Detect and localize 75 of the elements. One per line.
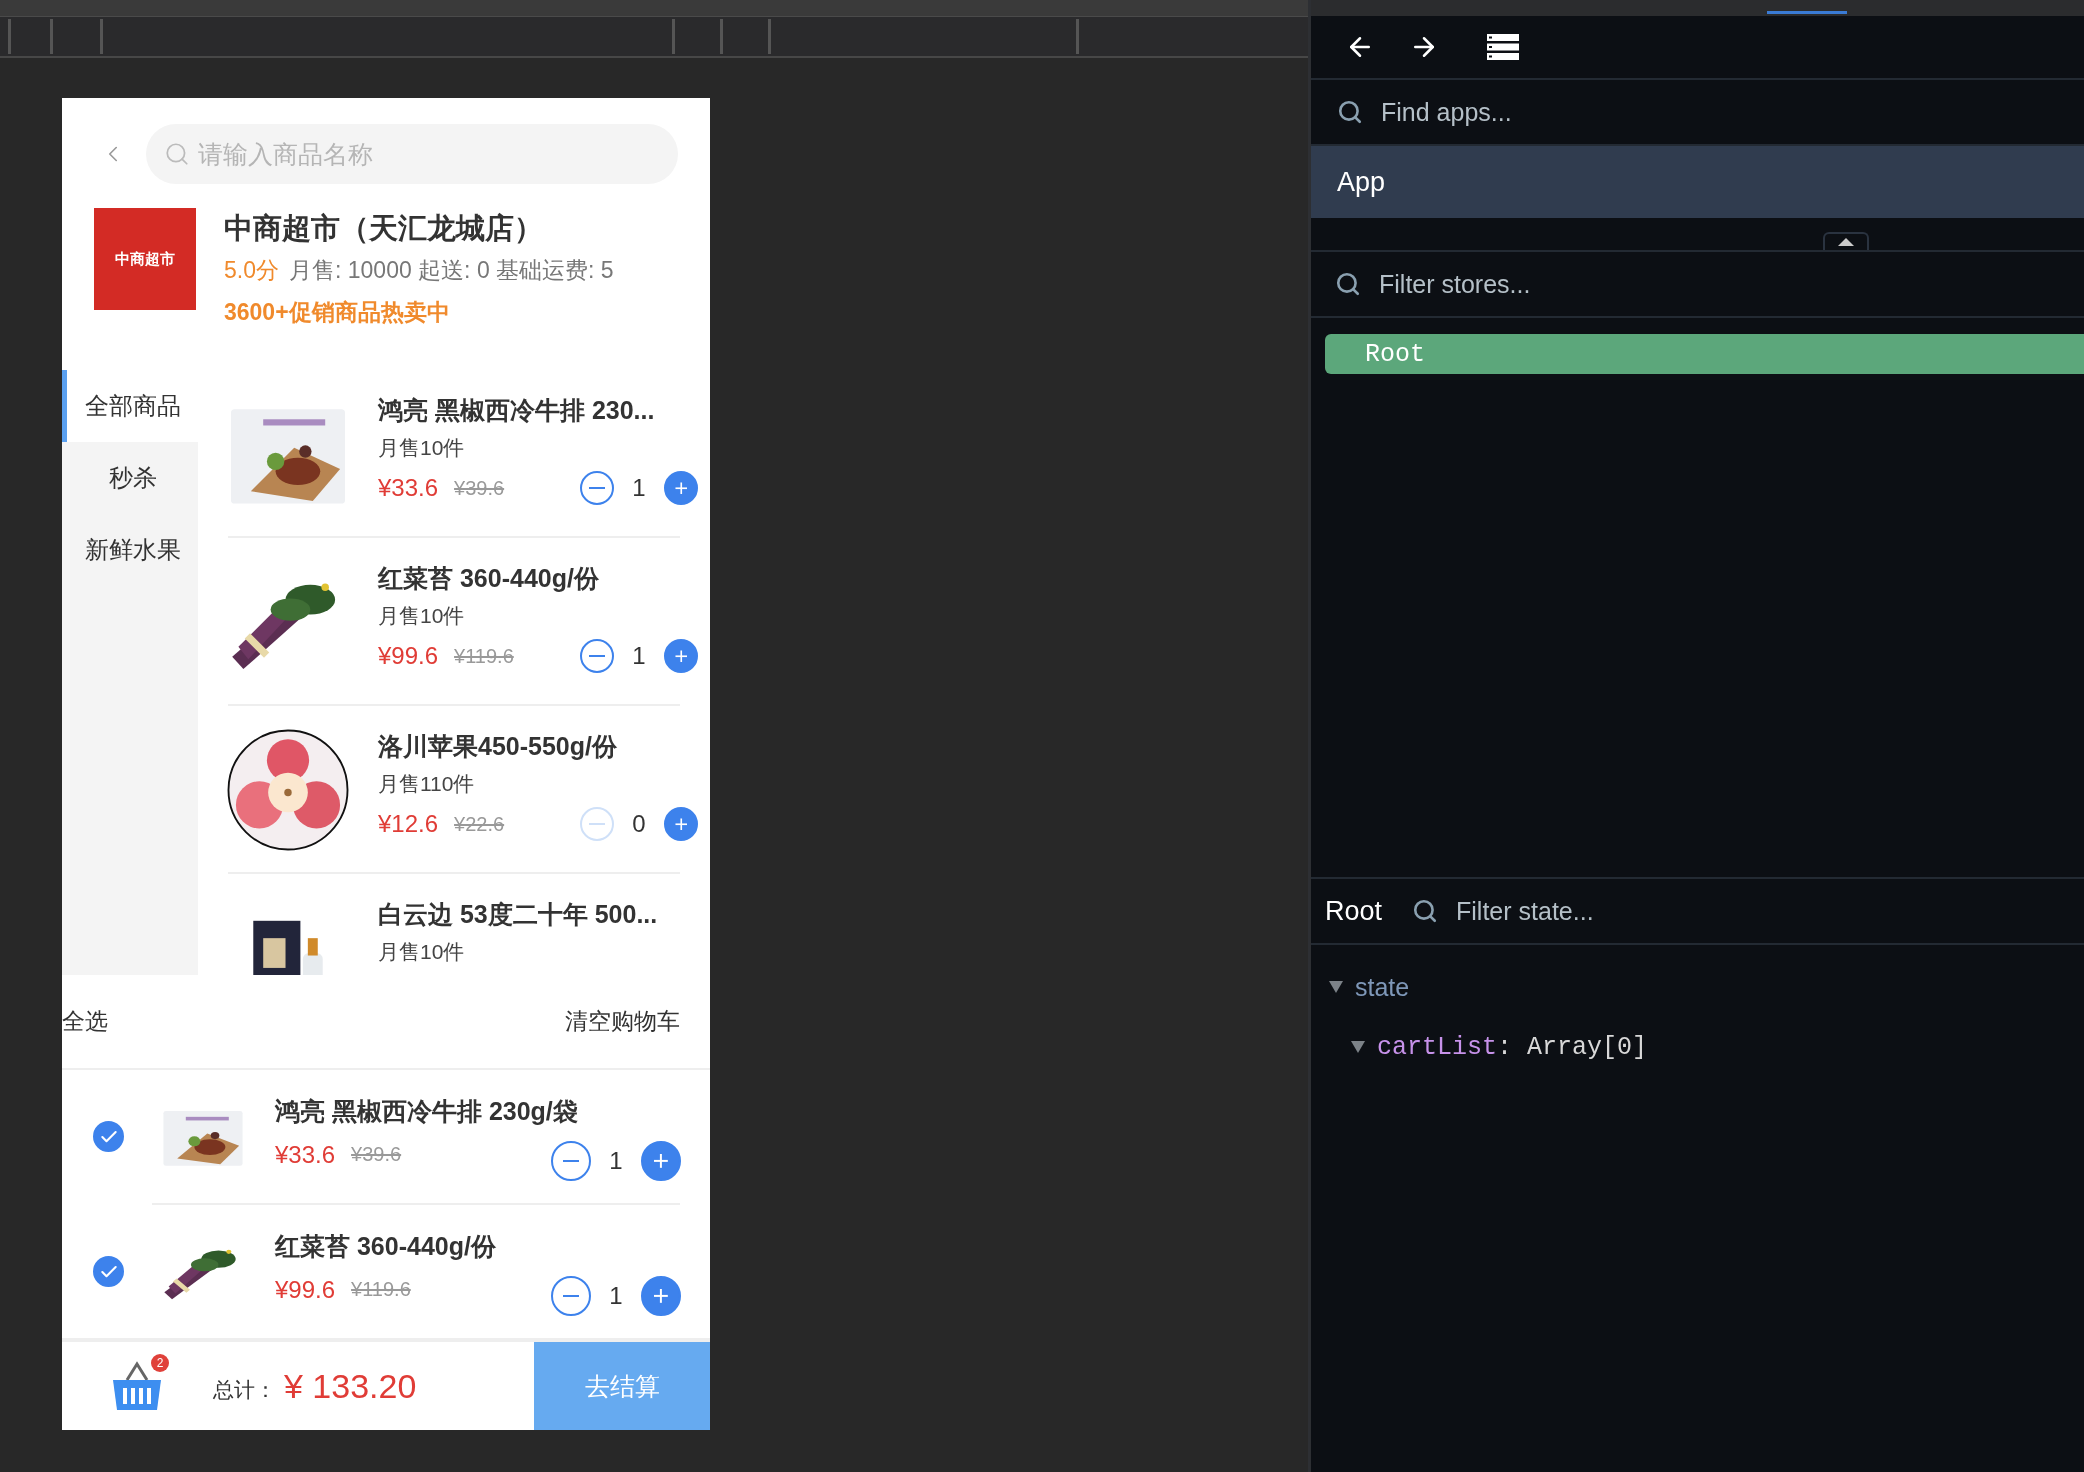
monthly-sales: 月售10件 <box>378 603 466 629</box>
state-key: cartList <box>1377 1032 1498 1062</box>
shop-rating: 5.0分 <box>224 256 279 285</box>
minus-icon <box>589 823 605 825</box>
increase-button[interactable] <box>664 807 698 841</box>
app-item[interactable]: App <box>1311 146 2084 218</box>
decrease-button[interactable] <box>551 1140 591 1181</box>
original-price: ¥39.6 <box>351 1143 402 1166</box>
filter-stores-field[interactable]: Filter stores... <box>1311 262 2084 306</box>
increase-button[interactable] <box>664 471 698 505</box>
cart-item-title: 鸿亮 黑椒西冷牛排 230g/袋 <box>275 1095 579 1127</box>
plus-icon <box>672 479 690 497</box>
state-key: state <box>1355 972 1410 1002</box>
original-price: ¥39.6 <box>454 476 505 500</box>
search-icon <box>1335 271 1361 297</box>
decrease-button[interactable] <box>580 639 614 673</box>
decrease-button[interactable] <box>580 471 614 505</box>
minus-icon <box>563 1159 579 1162</box>
search-field[interactable]: 请输入商品名称 <box>146 124 678 184</box>
increase-button[interactable] <box>664 639 698 673</box>
state-value: : Array[0] <box>1497 1032 1648 1062</box>
minus-icon <box>563 1294 579 1297</box>
quantity: 1 <box>631 642 647 670</box>
plus-icon <box>672 647 690 665</box>
original-price: ¥22.6 <box>454 812 505 836</box>
cart-count-badge: 2 <box>151 1354 169 1372</box>
promo-text: 3600+促销商品热卖中 <box>224 298 451 327</box>
category-item[interactable]: 全部商品 <box>62 370 198 442</box>
total-amount: ¥ 133.20 <box>284 1366 417 1406</box>
quantity: 0 <box>631 810 647 838</box>
item-checkbox[interactable] <box>93 1256 124 1287</box>
price: ¥99.6 <box>378 642 439 670</box>
shop-name: 中商超市（天汇龙城店） <box>224 211 544 246</box>
list-icon[interactable] <box>1487 34 1519 60</box>
shop-logo: 中商超市 <box>94 208 196 310</box>
filter-state-field[interactable]: Filter state... <box>1412 889 2084 933</box>
price: ¥33.6 <box>378 474 439 502</box>
store-name: Root <box>1325 895 1383 927</box>
select-all-button[interactable]: 全选 <box>62 1006 108 1037</box>
product-title: 鸿亮 黑椒西冷牛排 230... <box>378 395 656 426</box>
clear-cart-button[interactable]: 清空购物车 <box>565 1006 680 1037</box>
minus-icon <box>589 655 605 657</box>
increase-button[interactable] <box>641 1275 681 1316</box>
decrease-button[interactable] <box>551 1275 591 1316</box>
original-price: ¥119.6 <box>454 644 514 668</box>
product-title: 洛川苹果450-550g/份 <box>378 731 618 762</box>
quantity: 1 <box>608 1146 624 1175</box>
item-checkbox[interactable] <box>93 1121 124 1152</box>
search-icon <box>164 141 190 167</box>
category-item[interactable]: 新鲜水果 <box>62 514 198 586</box>
quantity: 1 <box>631 474 647 502</box>
category-item[interactable]: 秒杀 <box>62 442 198 514</box>
increase-button[interactable] <box>641 1140 681 1181</box>
plus-icon <box>672 815 690 833</box>
collapse-button[interactable] <box>1823 232 1869 250</box>
triangle-up-icon <box>1838 238 1854 246</box>
original-price: ¥119.6 <box>351 1278 411 1301</box>
monthly-sales: 月售110件 <box>378 771 476 797</box>
price: ¥12.6 <box>378 810 439 838</box>
expand-triangle-icon[interactable] <box>1329 981 1343 993</box>
quantity: 1 <box>608 1281 624 1310</box>
product-title: 红菜苔 360-440g/份 <box>378 563 600 594</box>
monthly-sales: 月售10件 <box>378 939 466 965</box>
search-icon <box>1337 99 1363 125</box>
minus-icon <box>589 487 605 489</box>
shop-stats: 月售: 10000 起送: 0 基础运费: 5 <box>289 256 614 285</box>
price: ¥33.6 <box>275 1140 336 1169</box>
monthly-sales: 月售10件 <box>378 435 466 461</box>
expand-triangle-icon[interactable] <box>1351 1041 1365 1053</box>
search-icon <box>1412 898 1439 924</box>
product-title: 白云边 53度二十年 500... <box>378 899 659 930</box>
find-apps-field[interactable]: Find apps... <box>1311 90 2084 134</box>
cart-item-title: 红菜苔 360-440g/份 <box>275 1230 497 1262</box>
price: ¥99.6 <box>275 1275 336 1304</box>
total-label: 总计： <box>213 1377 276 1403</box>
